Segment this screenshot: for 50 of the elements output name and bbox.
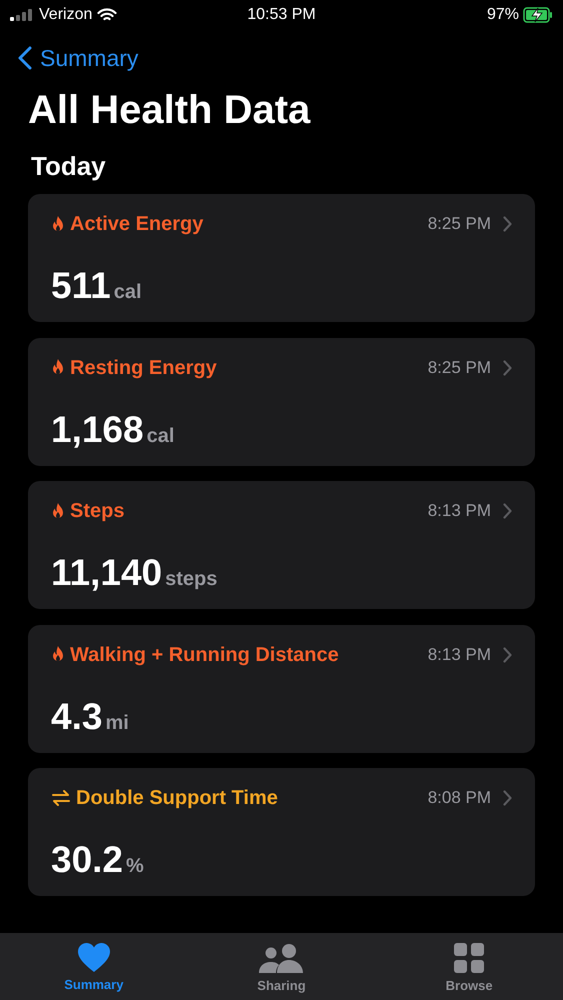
card-time: 8:25 PM (428, 213, 491, 236)
chevron-right-icon (503, 503, 512, 519)
grid-icon (454, 943, 484, 973)
card-time: 8:13 PM (428, 500, 491, 522)
clock: 10:53 PM (247, 5, 316, 25)
card-unit: steps (165, 567, 218, 592)
signal-icon (10, 9, 34, 21)
flame-icon (51, 359, 65, 376)
people-icon (259, 943, 304, 973)
heart-icon (78, 943, 110, 972)
card-title: Resting Energy (70, 356, 217, 380)
card-value: 1,168 (51, 408, 144, 452)
card-unit: % (126, 854, 144, 879)
battery-percent: 97% (486, 5, 519, 25)
chevron-right-icon (503, 790, 512, 806)
card-value: 30.2 (51, 838, 124, 882)
tab-item[interactable]: Browse (375, 943, 563, 1000)
card-unit: cal (146, 424, 174, 448)
card-time: 8:08 PM (428, 787, 491, 810)
data-card[interactable]: Resting Energy 8:25 PM 1,168 cal (28, 338, 535, 466)
back-button[interactable]: Summary (18, 40, 138, 76)
card-unit: mi (105, 710, 129, 736)
chevron-right-icon (503, 646, 512, 662)
card-title: Active Energy (70, 212, 204, 237)
chevron-right-icon (503, 216, 512, 232)
wifi-icon (97, 8, 118, 22)
flame-icon (51, 502, 65, 520)
card-time: 8:13 PM (428, 644, 491, 666)
data-card[interactable]: Double Support Time 8:08 PM 30.2% (28, 768, 535, 896)
chevron-right-icon (503, 360, 512, 376)
flame-icon (51, 646, 65, 663)
card-value: 11,140 (51, 551, 162, 595)
section-title: Today (31, 150, 107, 182)
tab-item[interactable]: Summary (0, 943, 188, 1000)
carrier-name: Verizon (39, 5, 92, 25)
tab-item[interactable]: Sharing (188, 943, 376, 1000)
card-title: Walking + Running Distance (70, 642, 339, 668)
data-card[interactable]: Steps 8:13 PM 11,140 steps (28, 481, 535, 609)
flame-icon (51, 216, 65, 232)
chevron-left-icon (18, 46, 32, 70)
arrows-icon (51, 789, 71, 807)
data-card[interactable]: Walking + Running Distance 8:13 PM 4.3 mi (28, 624, 535, 752)
card-value: 511 (51, 264, 111, 308)
card-time: 8:25 PM (428, 356, 491, 379)
card-unit: cal (114, 280, 142, 305)
card-title: Steps (70, 499, 124, 524)
page-title: All Health Data (28, 87, 312, 134)
data-card[interactable]: Active Energy 8:25 PM 511 cal (28, 194, 535, 322)
card-title: Double Support Time (76, 786, 278, 811)
card-value: 4.3 (51, 694, 102, 738)
